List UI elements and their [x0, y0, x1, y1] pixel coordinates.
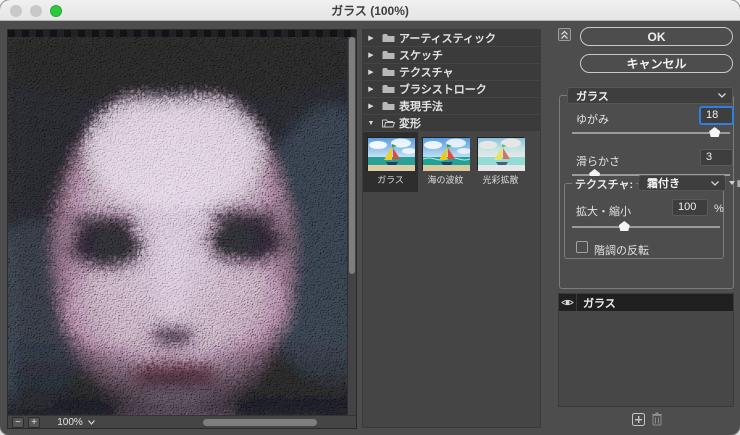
- scaling-unit-label: %: [714, 203, 724, 215]
- folder-icon: [379, 84, 397, 94]
- filter-gallery-dialog: ガラス (100%): [0, 0, 740, 435]
- filter-category-list: ▶ アーティスティック ▶ スケッチ ▶ テクスチャ ▶ ブラシストロー: [362, 29, 541, 428]
- ok-button[interactable]: OK: [580, 27, 733, 46]
- filter-thumb-glass[interactable]: ガラス: [363, 132, 418, 192]
- double-chevron-up-icon: [560, 30, 569, 40]
- filter-thumb-diffuse-glow[interactable]: 光彩拡散: [473, 132, 528, 192]
- open-folder-icon: [379, 118, 397, 128]
- titlebar[interactable]: ガラス (100%): [0, 0, 740, 21]
- texture-options-menu-button[interactable]: [728, 178, 740, 189]
- close-button[interactable]: [10, 5, 22, 17]
- folder-label: 表現手法: [397, 98, 443, 114]
- scaling-slider[interactable]: [572, 221, 720, 231]
- glass-thumbnail-image: [367, 137, 414, 170]
- chevron-down-icon: [88, 420, 95, 425]
- preview-panel: − + 100%: [7, 29, 357, 429]
- new-effect-layer-button[interactable]: [632, 413, 645, 426]
- zoom-in-button[interactable]: +: [28, 417, 40, 428]
- plus-square-icon: [632, 413, 645, 426]
- folder-label: テクスチャ: [397, 64, 454, 80]
- minimize-button[interactable]: [30, 5, 42, 17]
- folder-artistic[interactable]: ▶ アーティスティック: [363, 30, 540, 46]
- layer-visibility-toggle[interactable]: [559, 294, 577, 311]
- folder-brush-strokes[interactable]: ▶ ブラシストローク: [363, 81, 540, 97]
- zoom-level-dropdown[interactable]: 100%: [48, 416, 104, 429]
- scaling-value-field[interactable]: 100: [672, 199, 708, 216]
- preview-status-bar: − + 100%: [8, 415, 356, 428]
- slider-track: [572, 226, 720, 228]
- folder-distort[interactable]: ▼ 変形: [363, 115, 540, 131]
- disclosure-open-icon[interactable]: ▼: [363, 120, 379, 127]
- chevron-down-icon: [711, 181, 725, 186]
- vertical-scrollbar-thumb[interactable]: [349, 37, 355, 274]
- invert-checkbox[interactable]: [576, 241, 588, 253]
- texture-select-value: 霜付き: [639, 175, 711, 191]
- filter-thumbnail-row: ガラス: [363, 132, 540, 192]
- collapse-panel-button[interactable]: [558, 28, 571, 41]
- texture-label: テクスチャ:: [572, 176, 636, 192]
- slider-thumb[interactable]: [619, 221, 630, 231]
- disclosure-closed-icon[interactable]: ▶: [363, 34, 379, 42]
- effect-layer-row[interactable]: ガラス: [559, 294, 733, 311]
- invert-label: 階調の反転: [594, 242, 649, 258]
- thumb-label: 海の波紋: [427, 173, 463, 186]
- preview-horizontal-scrollbar[interactable]: [203, 419, 317, 426]
- folder-label: 変形: [397, 115, 421, 131]
- settings-panel: OK キャンセル ガラス ゆがみ 18 滑らかさ 3 テクスチャ: 霜付き: [556, 25, 736, 430]
- distortion-value-field[interactable]: 18: [700, 107, 733, 124]
- folder-label: アーティスティック: [397, 30, 496, 46]
- flyout-menu-icon: [728, 178, 740, 189]
- scaling-label: 拡大・縮小: [576, 203, 631, 219]
- window-title: ガラス (100%): [331, 2, 409, 19]
- thumb-label: 光彩拡散: [482, 173, 518, 186]
- fullscreen-button[interactable]: [50, 5, 62, 17]
- preview-image[interactable]: [8, 37, 356, 416]
- trash-icon: [651, 412, 663, 426]
- effect-layers-panel: ガラス: [558, 293, 734, 407]
- traffic-lights: [10, 0, 62, 21]
- disclosure-closed-icon[interactable]: ▶: [363, 68, 379, 76]
- eye-icon: [561, 298, 574, 307]
- folder-label: スケッチ: [397, 47, 443, 63]
- filter-thumb-ocean-ripple[interactable]: 海の波紋: [418, 132, 473, 192]
- effect-layer-name: ガラス: [577, 295, 616, 311]
- slider-track: [572, 132, 730, 134]
- delete-effect-layer-button[interactable]: [651, 412, 663, 426]
- thumb-label: ガラス: [377, 173, 404, 186]
- disclosure-closed-icon[interactable]: ▶: [363, 85, 379, 93]
- glass-sparkle-overlay: [8, 37, 356, 416]
- zoom-level-value: 100%: [57, 417, 83, 428]
- transparency-checkerboard-icon: [8, 30, 356, 37]
- distortion-slider[interactable]: [572, 127, 730, 137]
- texture-select-dropdown[interactable]: 霜付き: [638, 175, 726, 191]
- chevron-down-icon: [718, 93, 732, 98]
- cancel-button[interactable]: キャンセル: [580, 54, 733, 73]
- distortion-label: ゆがみ: [576, 111, 609, 127]
- filter-select-dropdown[interactable]: ガラス: [567, 87, 733, 104]
- disclosure-closed-icon[interactable]: ▶: [363, 51, 379, 59]
- folder-stylize[interactable]: ▶ 表現手法: [363, 98, 540, 114]
- folder-icon: [379, 101, 397, 111]
- folder-icon: [379, 67, 397, 77]
- slider-thumb[interactable]: [709, 127, 720, 137]
- preview-vertical-scrollbar[interactable]: [347, 37, 356, 416]
- folder-sketch[interactable]: ▶ スケッチ: [363, 47, 540, 63]
- folder-icon: [379, 33, 397, 43]
- folder-label: ブラシストローク: [397, 81, 487, 97]
- folder-icon: [379, 50, 397, 60]
- diffuse-glow-thumbnail-image: [477, 137, 524, 170]
- folder-texture[interactable]: ▶ テクスチャ: [363, 64, 540, 80]
- smoothness-value-field[interactable]: 3: [700, 149, 733, 166]
- ocean-ripple-thumbnail-image: [422, 137, 469, 170]
- zoom-out-button[interactable]: −: [12, 417, 24, 428]
- disclosure-closed-icon[interactable]: ▶: [363, 102, 379, 110]
- filter-select-value: ガラス: [568, 88, 718, 104]
- smoothness-label: 滑らかさ: [576, 153, 620, 169]
